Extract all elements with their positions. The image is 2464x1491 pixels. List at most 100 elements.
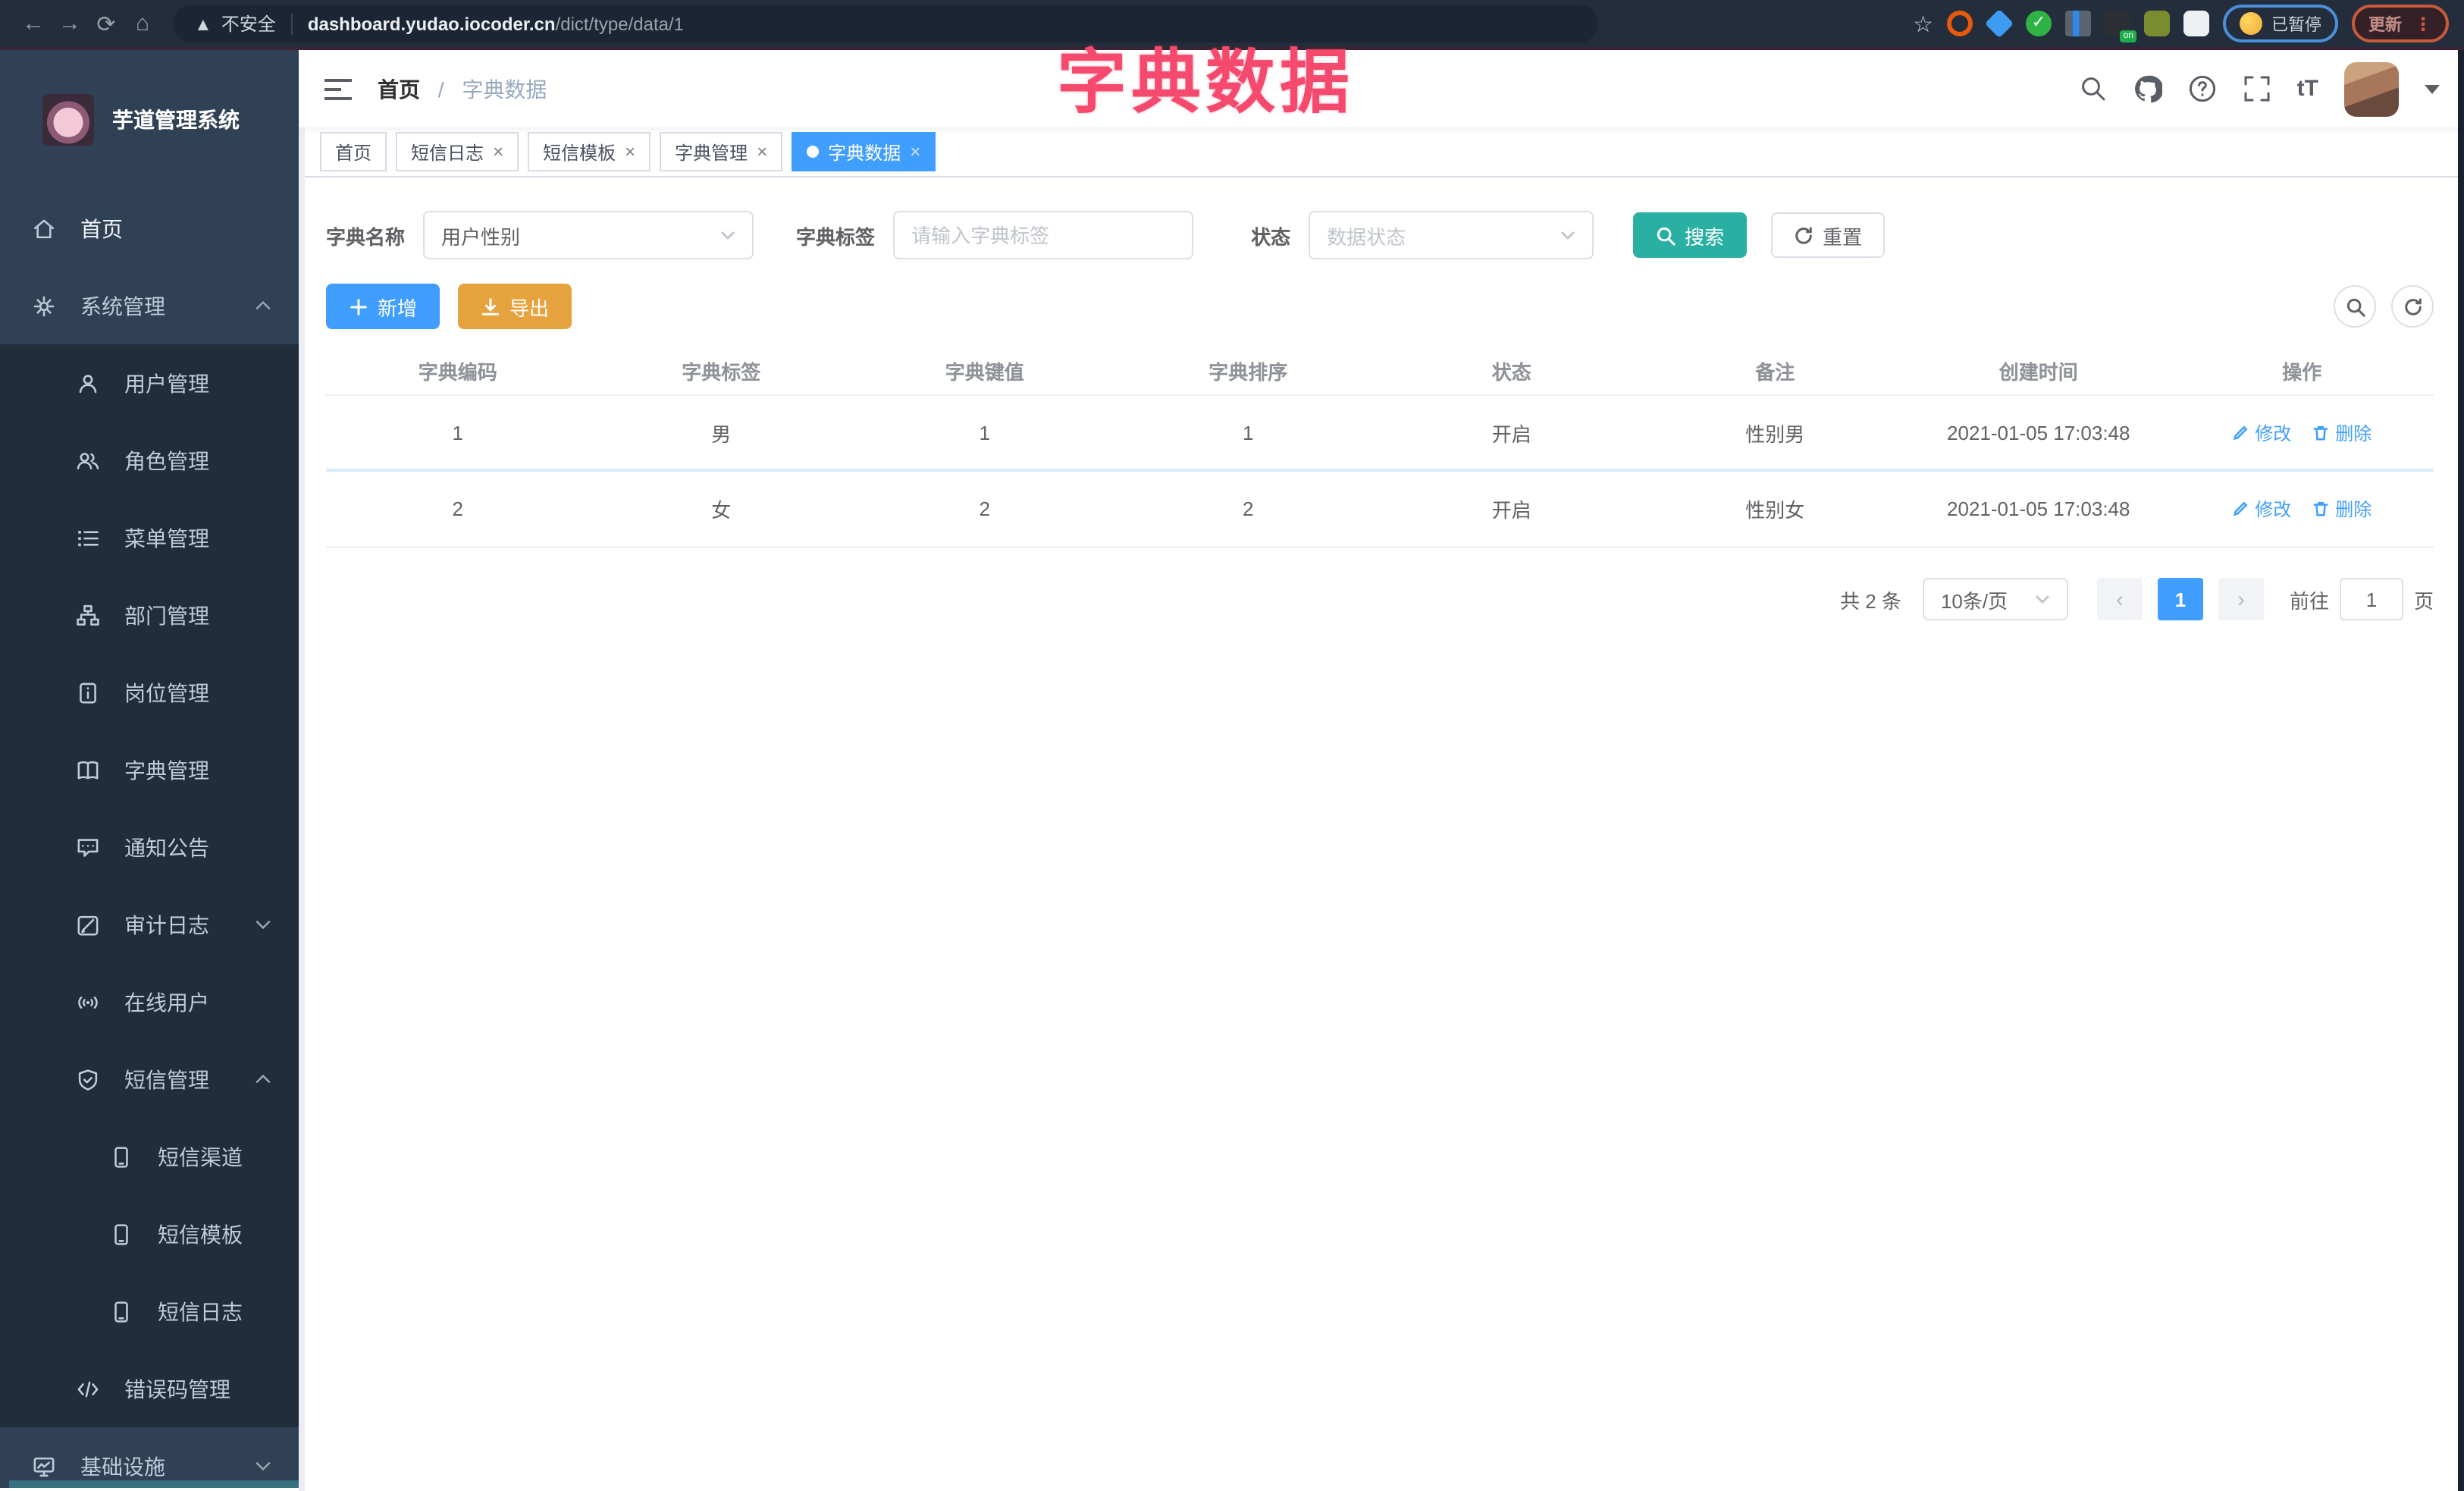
table-row[interactable]: 1 男 1 1 开启 性别男 2021-01-05 17:03:48 修改 删除	[326, 396, 2434, 472]
cell-actions: 修改 删除	[2171, 419, 2434, 445]
sidebar-item-system-management[interactable]: 系统管理	[0, 267, 299, 344]
sidebar-item-infrastructure[interactable]: 基础设施	[0, 1427, 299, 1488]
menu-list-icon	[78, 529, 99, 546]
browser-menu-dots-icon[interactable]: ⋮	[2414, 13, 2432, 34]
url-path: /dict/type/data/1	[555, 13, 685, 34]
export-button[interactable]: 导出	[458, 284, 572, 329]
tab-home[interactable]: 首页	[320, 132, 387, 171]
goto-page-input[interactable]	[2339, 578, 2403, 620]
sidebar-scrollbar[interactable]	[9, 1480, 299, 1488]
page-scrollbar-track[interactable]	[2458, 50, 2464, 1491]
user-avatar[interactable]	[2344, 61, 2399, 116]
github-icon[interactable]	[2133, 74, 2162, 103]
update-label: 更新	[2368, 16, 2402, 34]
goto-page: 前往 页	[2290, 578, 2434, 620]
sidebar-item-role-management[interactable]: 角色管理	[0, 422, 299, 499]
profile-paused-badge[interactable]: 已暂停	[2223, 5, 2338, 42]
column-header: 字典排序	[1208, 361, 1288, 384]
edit-link[interactable]: 修改	[2232, 496, 2291, 522]
sidebar-item-sms-template[interactable]: 短信模板	[0, 1195, 299, 1273]
main-area: 首页 / 字典数据 tT 首页 短信日志 × 短信模板 × 字典管理 × 字典数…	[299, 50, 2464, 1488]
extension-blue-gem-icon[interactable]	[1984, 8, 2014, 39]
add-button[interactable]: 新增	[326, 284, 440, 329]
tab-sms-log[interactable]: 短信日志 ×	[396, 132, 519, 171]
sidebar-collapse-icon[interactable]	[323, 77, 353, 101]
column-header: 备注	[1755, 361, 1795, 384]
goto-label: 前往	[2289, 589, 2329, 612]
toggle-search-button[interactable]	[2334, 285, 2376, 328]
not-secure-label: 不安全	[221, 14, 276, 35]
browser-forward-icon[interactable]: →	[52, 11, 88, 36]
profile-emoji-avatar	[2240, 12, 2262, 35]
post-badge-icon	[80, 682, 96, 703]
extensions-puzzle-icon[interactable]	[2183, 11, 2209, 36]
sidebar-item-user-management[interactable]: 用户管理	[0, 344, 299, 422]
extension-sliders-icon[interactable]	[2065, 11, 2091, 36]
sidebar-item-post-management[interactable]: 岗位管理	[0, 654, 299, 731]
sidebar-item-sms-channel[interactable]: 短信渠道	[0, 1118, 299, 1195]
chevron-up-icon	[255, 300, 271, 310]
close-icon[interactable]: ×	[757, 143, 767, 161]
extension-green-check-icon[interactable]: ✓	[2026, 11, 2052, 36]
org-tree-icon	[77, 604, 99, 625]
sidebar-item-online-users[interactable]: 在线用户	[0, 963, 299, 1041]
search-icon	[2346, 297, 2365, 316]
font-size-icon[interactable]: tT	[2297, 76, 2318, 102]
online-users-icon	[78, 996, 98, 1008]
chevron-down-icon	[1561, 231, 1575, 240]
prev-page-button[interactable]: ‹	[2096, 578, 2143, 620]
sidebar-item-menu-management[interactable]: 菜单管理	[0, 499, 299, 576]
fullscreen-icon[interactable]	[2243, 74, 2271, 103]
sidebar-item-error-code[interactable]: 错误码管理	[0, 1350, 299, 1427]
cell-dict-label: 男	[711, 422, 732, 445]
browser-home-icon[interactable]: ⌂	[124, 11, 161, 36]
breadcrumb: 首页 / 字典数据	[378, 74, 547, 104]
tab-dict-management[interactable]: 字典管理 ×	[660, 132, 783, 171]
current-page-button[interactable]: 1	[2157, 578, 2203, 620]
browser-back-icon[interactable]: ←	[15, 11, 52, 36]
sidebar-logo[interactable]: 芋道管理系统	[0, 50, 299, 190]
page-size-select[interactable]: 10条/页	[1922, 578, 2068, 620]
close-icon[interactable]: ×	[625, 143, 635, 161]
next-page-button[interactable]: ›	[2218, 578, 2264, 620]
sidebar-item-home[interactable]: 首页	[0, 190, 299, 267]
status-select[interactable]: 数据状态	[1309, 211, 1594, 259]
breadcrumb-separator: /	[437, 77, 444, 101]
extension-dark-icon[interactable]: on	[2105, 11, 2136, 42]
refresh-table-button[interactable]	[2391, 285, 2434, 328]
sidebar-item-department-management[interactable]: 部门管理	[0, 576, 299, 654]
url-host: dashboard.yudao.iocoder.cn	[307, 13, 556, 34]
cell-dict-code: 1	[452, 421, 463, 444]
extension-olive-icon[interactable]	[2144, 11, 2170, 36]
delete-link[interactable]: 删除	[2312, 419, 2372, 445]
tab-dict-data-active[interactable]: 字典数据 ×	[792, 132, 936, 171]
search-button[interactable]: 搜索	[1633, 212, 1748, 258]
search-icon[interactable]	[2079, 74, 2108, 103]
browser-update-button[interactable]: 更新 ⋮	[2352, 5, 2449, 42]
close-icon[interactable]: ×	[910, 143, 920, 161]
browser-reload-icon[interactable]: ⟳	[88, 10, 124, 37]
dict-label-input[interactable]	[893, 211, 1194, 259]
sidebar-item-sms-log[interactable]: 短信日志	[0, 1273, 299, 1350]
breadcrumb-current: 字典数据	[462, 77, 547, 101]
avatar-caret-icon[interactable]	[2425, 84, 2440, 93]
delete-link[interactable]: 删除	[2312, 496, 2372, 522]
sidebar-item-sms-management[interactable]: 短信管理	[0, 1041, 299, 1118]
gear-icon	[33, 295, 55, 316]
edit-link[interactable]: 修改	[2232, 419, 2291, 445]
extension-orange-ring-icon[interactable]	[1947, 11, 1973, 36]
bookmark-star-icon[interactable]: ☆	[1913, 10, 1933, 37]
phone-icon	[114, 1223, 128, 1245]
table-row[interactable]: 2 女 2 2 开启 性别女 2021-01-05 17:03:48 修改 删除	[326, 472, 2434, 548]
dict-name-select[interactable]: 用户性别	[423, 211, 754, 259]
breadcrumb-home[interactable]: 首页	[378, 77, 420, 101]
tab-sms-template[interactable]: 短信模板 ×	[528, 132, 651, 171]
sidebar-item-dict-management[interactable]: 字典管理	[0, 731, 299, 808]
announcement-bubble-icon	[77, 838, 99, 856]
close-icon[interactable]: ×	[493, 143, 503, 161]
help-icon[interactable]	[2188, 74, 2217, 103]
address-bar[interactable]: ▲ 不安全 dashboard.yudao.iocoder.cn /dict/t…	[173, 5, 1598, 42]
sidebar-item-notice[interactable]: 通知公告	[0, 808, 299, 886]
sidebar-item-audit-log[interactable]: 审计日志	[0, 886, 299, 963]
reset-button[interactable]: 重置	[1771, 212, 1886, 258]
